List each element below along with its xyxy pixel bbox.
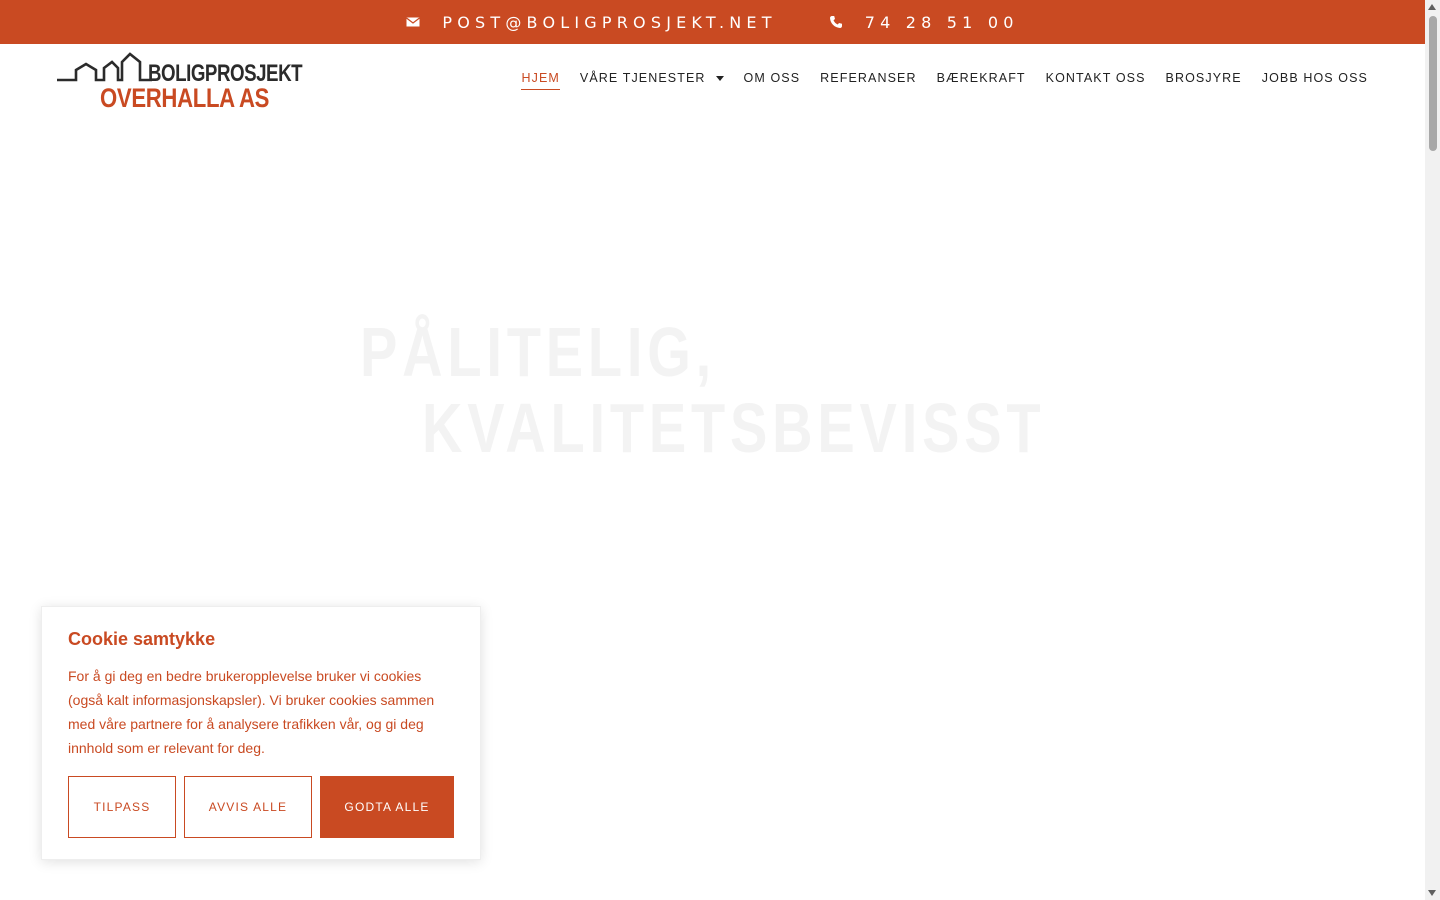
contact-bar: POST@BOLIGPROSJEKT.NET 74 28 51 00 [0, 0, 1425, 44]
reject-all-button[interactable]: AVVIS ALLE [184, 776, 312, 838]
nav-item-vare-tjenester[interactable]: VÅRE TJENESTER [580, 67, 724, 89]
nav-item-referanser[interactable]: REFERANSER [820, 67, 916, 89]
logo-line-2: OVERHALLA AS [100, 83, 270, 113]
nav-item-baerekraft[interactable]: BÆREKRAFT [937, 67, 1026, 89]
accept-all-button[interactable]: GODTA ALLE [320, 776, 454, 838]
hero-title-line-2: KVALITETSBEVISST [422, 389, 1046, 467]
hero-title-line-1: PÅLITELIG, [360, 313, 716, 391]
chevron-down-icon[interactable] [715, 75, 724, 81]
nav-item-jobb-hos-oss[interactable]: JOBB HOS OSS [1262, 67, 1368, 89]
nav-item-kontakt-oss[interactable]: KONTAKT OSS [1046, 67, 1146, 89]
house-outline-logo-icon [57, 52, 152, 82]
customize-button[interactable]: TILPASS [68, 776, 176, 838]
cookie-description: For å gi deg en bedre brukeropplevelse b… [68, 668, 435, 756]
phone-icon [829, 15, 843, 29]
email-contact[interactable]: POST@BOLIGPROSJEKT.NET [406, 13, 776, 32]
scrollbar-thumb[interactable] [1429, 16, 1437, 151]
phone-contact[interactable]: 74 28 51 00 [829, 13, 1019, 32]
scroll-up-arrow-icon[interactable] [1428, 4, 1436, 10]
email-link[interactable]: POST@BOLIGPROSJEKT.NET [442, 13, 776, 32]
main-nav: HJEM VÅRE TJENESTER OM OSS REFERANSER BÆ… [501, 44, 1368, 112]
nav-item-brosjyre[interactable]: BROSJYRE [1166, 67, 1242, 89]
nav-item-hjem[interactable]: HJEM [521, 67, 560, 90]
nav-item-om-oss[interactable]: OM OSS [744, 67, 801, 89]
cookie-title: Cookie samtykke [68, 629, 216, 649]
cookie-consent-dialog: Cookie samtykke For å gi deg en bedre br… [41, 606, 481, 860]
logo[interactable]: BOLIGPROSJEKT OVERHALLA AS [56, 48, 303, 113]
site-header: BOLIGPROSJEKT OVERHALLA AS HJEM VÅRE TJE… [0, 44, 1425, 116]
scroll-down-arrow-icon[interactable] [1428, 890, 1436, 896]
envelope-icon [406, 15, 421, 29]
nav-item-label: VÅRE TJENESTER [579, 71, 706, 85]
scrollbar[interactable] [1425, 0, 1440, 900]
phone-link[interactable]: 74 28 51 00 [865, 13, 1019, 32]
